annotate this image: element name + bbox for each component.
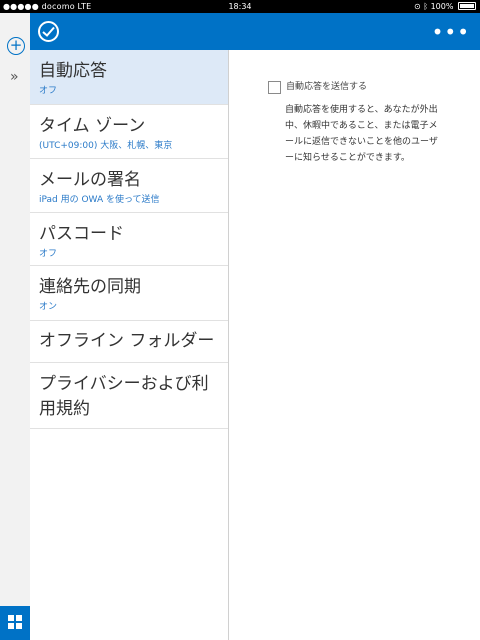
settings-item-subtitle: (UTC+09:00) 大阪、札幌、東京: [39, 141, 173, 151]
send-auto-reply-checkbox[interactable]: [268, 81, 281, 94]
status-bar: ●●●●● docomo LTE 18:34 ⊙ ᛒ 100%: [0, 0, 480, 13]
more-icon[interactable]: •••: [432, 22, 470, 42]
settings-item-privacy-terms[interactable]: プライバシーおよび利用規約: [30, 363, 228, 429]
battery-icon: [458, 1, 476, 10]
settings-item-subtitle: iPad 用の OWA を使って送信: [39, 195, 160, 205]
settings-item-signature[interactable]: メールの署名 iPad 用の OWA を使って送信: [30, 159, 228, 213]
expand-icon[interactable]: »: [10, 70, 19, 84]
battery-status: ⊙ ᛒ 100%: [414, 0, 476, 13]
settings-item-title: 連絡先の同期: [39, 277, 141, 297]
settings-item-title: 自動応答: [39, 61, 107, 81]
settings-item-contact-sync[interactable]: 連絡先の同期 オン: [30, 266, 228, 321]
battery-percent: 100%: [430, 2, 454, 11]
settings-item-title: メールの署名: [39, 170, 141, 190]
top-bar: •••: [30, 13, 480, 50]
left-rail: + »: [0, 13, 31, 640]
app-launcher-icon[interactable]: [0, 606, 30, 640]
auto-reply-description: 自動応答を使用すると、あなたが外出中、休暇中であること、または電子メールに返信で…: [285, 105, 438, 163]
settings-item-subtitle: オフ: [39, 249, 58, 259]
settings-item-subtitle: オフ: [39, 86, 58, 96]
settings-item-auto-reply[interactable]: 自動応答 オフ: [30, 50, 228, 105]
settings-item-passcode[interactable]: パスコード オフ: [30, 213, 228, 266]
settings-item-time-zone[interactable]: タイム ゾーン (UTC+09:00) 大阪、札幌、東京: [30, 105, 228, 159]
status-time: 18:34: [228, 2, 252, 11]
add-icon[interactable]: +: [7, 37, 25, 55]
settings-item-title: タイム ゾーン: [39, 116, 146, 136]
settings-item-title: パスコード: [39, 224, 124, 244]
auto-reply-panel: 自動応答を送信する 自動応答を使用すると、あなたが外出中、休暇中であること、また…: [229, 50, 480, 640]
settings-list: 自動応答 オフ タイム ゾーン (UTC+09:00) 大阪、札幌、東京 メール…: [30, 50, 229, 640]
send-auto-reply-label[interactable]: 自動応答を送信する: [286, 81, 367, 94]
settings-item-subtitle: オン: [39, 302, 58, 312]
settings-item-offline-folders[interactable]: オフライン フォルダー: [30, 321, 228, 363]
checkmark-icon[interactable]: [38, 21, 59, 42]
settings-item-title: プライバシーおよび利用規約: [39, 374, 209, 419]
bluetooth-icon: ᛒ: [423, 2, 429, 11]
settings-item-title: オフライン フォルダー: [39, 331, 215, 351]
lock-rotation-icon: ⊙: [413, 2, 421, 11]
